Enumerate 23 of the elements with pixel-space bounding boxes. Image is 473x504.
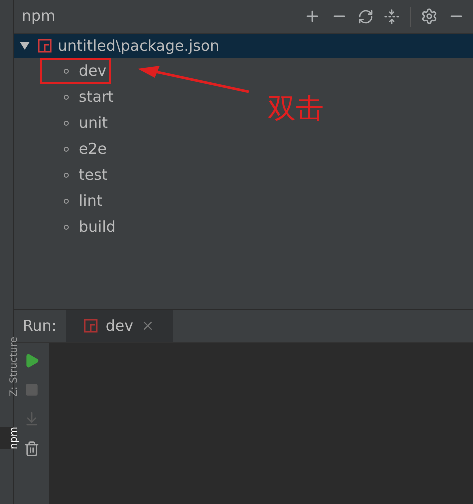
trash-icon[interactable] [24,441,40,457]
script-item[interactable]: start [40,84,118,110]
refresh-icon[interactable] [358,8,374,24]
expand-arrow-icon[interactable] [20,41,30,51]
script-item[interactable]: e2e [40,136,112,162]
run-tab[interactable]: dev [66,310,174,342]
script-item[interactable]: test [40,162,112,188]
settings-icon[interactable] [421,8,438,25]
panel-title: npm [22,6,56,28]
annotation-text: 双击 [268,91,324,127]
package-icon [84,319,98,333]
side-tab[interactable]: Z: Structure [0,336,16,397]
add-icon[interactable] [304,8,321,25]
script-item[interactable]: lint [40,188,107,214]
run-icon[interactable] [24,353,40,369]
package-icon [38,39,52,53]
tree-root-row[interactable]: untitled\package.json [14,34,473,58]
script-item[interactable]: build [40,214,120,240]
run-label: Run: [22,316,58,337]
collapse-icon[interactable] [384,8,400,24]
script-item[interactable]: unit [40,110,112,136]
script-item[interactable]: dev [40,58,111,84]
tree-label: untitled\package.json [58,36,220,57]
